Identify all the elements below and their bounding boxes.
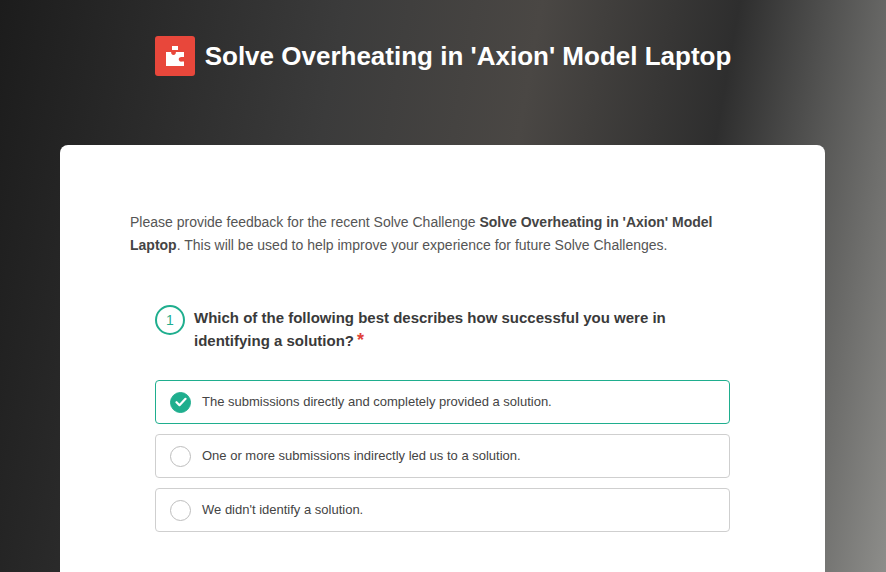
check-icon[interactable] — [170, 392, 191, 413]
question-text: Which of the following best describes ho… — [194, 306, 730, 352]
required-mark: * — [357, 330, 364, 350]
page-header: Solve Overheating in 'Axion' Model Lapto… — [0, 0, 886, 145]
intro-after: . This will be used to help improve your… — [177, 237, 668, 253]
answer-option[interactable]: One or more submissions indirectly led u… — [155, 434, 730, 478]
option-label[interactable]: The submissions directly and completely … — [202, 393, 552, 411]
answer-option[interactable]: The submissions directly and completely … — [155, 380, 730, 424]
puzzle-icon — [155, 36, 195, 76]
question-header: 1 Which of the following best describes h… — [155, 305, 730, 352]
question-number: 1 — [155, 305, 185, 335]
question-label: Which of the following best describes ho… — [194, 309, 666, 349]
answer-option[interactable]: We didn't identify a solution. — [155, 488, 730, 532]
radio-icon[interactable] — [170, 446, 191, 467]
option-label[interactable]: We didn't identify a solution. — [202, 501, 363, 519]
answer-options: The submissions directly and completely … — [155, 380, 730, 532]
feedback-card: Please provide feedback for the recent S… — [60, 145, 825, 572]
question: 1 Which of the following best describes h… — [155, 305, 730, 532]
intro-text: Please provide feedback for the recent S… — [130, 211, 760, 257]
option-label[interactable]: One or more submissions indirectly led u… — [202, 447, 521, 465]
page-title: Solve Overheating in 'Axion' Model Lapto… — [205, 36, 732, 76]
radio-icon[interactable] — [170, 500, 191, 521]
intro-before: Please provide feedback for the recent S… — [130, 214, 479, 230]
